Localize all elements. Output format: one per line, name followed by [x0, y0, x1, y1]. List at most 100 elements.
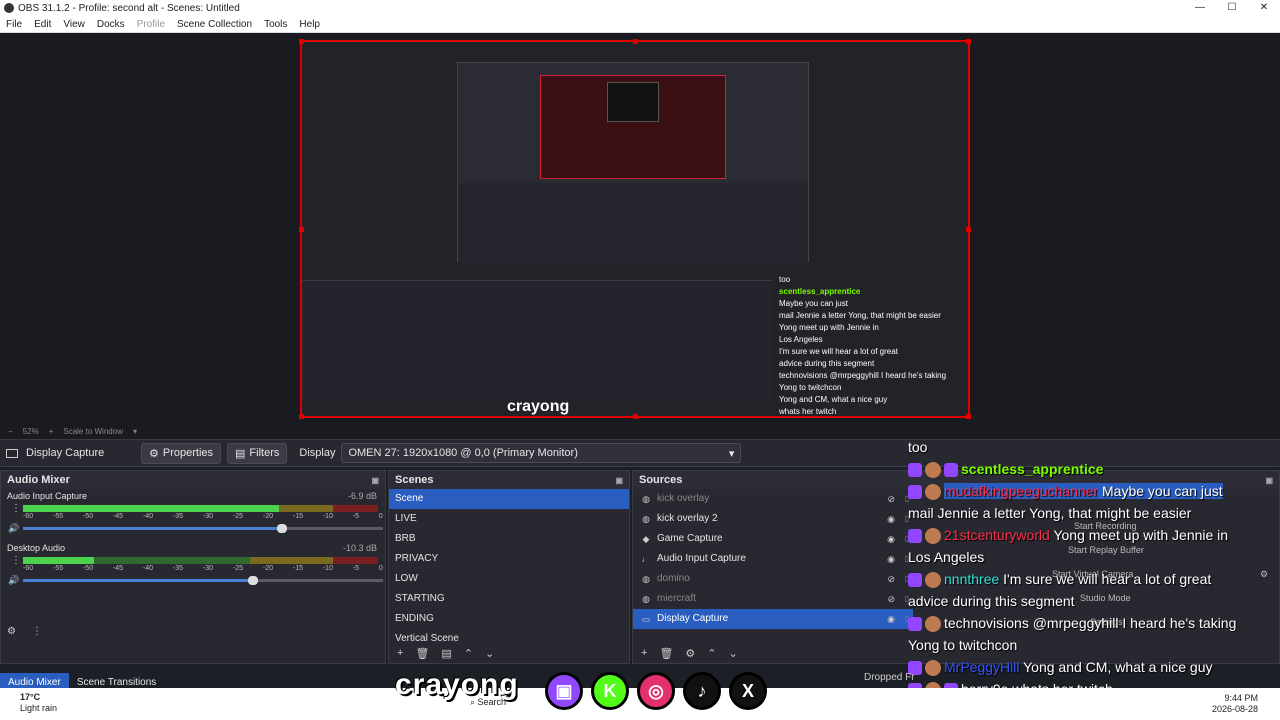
resize-handle[interactable]	[299, 39, 304, 44]
menu-tools[interactable]: Tools	[258, 19, 293, 30]
maximize-button[interactable]: ☐	[1216, 0, 1248, 16]
chevron-down-icon[interactable]: ▾	[133, 427, 137, 436]
more-icon[interactable]: ⋮	[11, 555, 21, 566]
scene-item[interactable]: LIVE	[389, 509, 629, 529]
zoom-out-button[interactable]: −	[8, 427, 13, 436]
preview-area[interactable]: too scentless_apprentice Maybe you can j…	[0, 33, 1280, 423]
add-icon[interactable]: +	[397, 647, 403, 659]
weather-widget[interactable]: 17°C Light rain	[20, 692, 57, 714]
source-item[interactable]: ◍ kick overlay ⊘ ▯	[633, 489, 913, 509]
twitch-badge-icon	[908, 573, 922, 588]
scene-item[interactable]: ENDING	[389, 609, 629, 629]
more-icon[interactable]: ⋮	[32, 626, 42, 637]
chat-message: nnnthree I'm sure we will hear a lot of …	[908, 568, 1280, 590]
resize-handle[interactable]	[966, 227, 971, 232]
eye-icon[interactable]: ◉	[887, 509, 895, 529]
monitor-icon: ▭	[641, 614, 651, 624]
speaker-icon[interactable]: 🔊	[8, 523, 19, 534]
chat-line: Los Angeles	[908, 549, 985, 565]
eye-hidden-icon[interactable]: ⊘	[887, 589, 895, 609]
avatar	[925, 572, 941, 589]
resize-handle[interactable]	[299, 414, 304, 419]
eye-hidden-icon[interactable]: ⊘	[887, 489, 895, 509]
properties-button[interactable]: ⚙ Properties	[141, 442, 222, 464]
more-icon[interactable]: ⋮	[11, 503, 21, 514]
eye-icon[interactable]: ◉	[887, 549, 895, 569]
nested-preview-inner	[540, 75, 726, 179]
mini-chat-line: Maybe you can just	[779, 299, 848, 308]
chat-message: technovisions @mrpeggyhill I heard he's …	[908, 612, 1280, 634]
source-item[interactable]: ◍ miercraft ⊘ ▯	[633, 589, 913, 609]
undock-icon[interactable]: ▣	[371, 476, 379, 485]
volume-slider[interactable]	[23, 524, 383, 533]
preview-canvas[interactable]: too scentless_apprentice Maybe you can j…	[299, 39, 971, 419]
source-item[interactable]: ◍ domino ⊘ ▯	[633, 569, 913, 589]
arrow-down-icon[interactable]: ⌄	[485, 647, 494, 660]
scene-item[interactable]: Scene	[389, 489, 629, 509]
gamepad-icon: ◆	[642, 534, 650, 544]
chat-username: scentless_apprentice	[961, 461, 1104, 477]
menu-file[interactable]: File	[0, 19, 28, 30]
chat-username: MrPeggyHill	[944, 659, 1020, 675]
eye-icon[interactable]: ◉	[887, 609, 895, 629]
volume-slider-knob[interactable]	[277, 524, 288, 533]
resize-handle[interactable]	[299, 227, 304, 232]
eye-hidden-icon[interactable]: ⊘	[887, 569, 895, 589]
source-item[interactable]: ◆ Game Capture ◉ ▯	[633, 529, 913, 549]
source-item[interactable]: ◍ kick overlay 2 ◉ ▯	[633, 509, 913, 529]
trash-icon[interactable]: 🗑	[415, 647, 429, 660]
scale-to-window[interactable]: Scale to Window	[63, 427, 123, 436]
menu-help[interactable]: Help	[293, 19, 326, 30]
volume-slider-knob[interactable]	[248, 576, 259, 585]
volume-slider[interactable]	[23, 576, 383, 585]
nested-preview-deep	[607, 82, 659, 122]
chat-message: MrPeggyHill Yong and CM, what a nice guy	[908, 656, 1280, 678]
display-select[interactable]: OMEN 27: 1920x1080 @ 0,0 (Primary Monito…	[341, 443, 742, 463]
scene-item[interactable]: PRIVACY	[389, 549, 629, 569]
minimize-button[interactable]: —	[1184, 0, 1216, 16]
resize-handle[interactable]	[966, 39, 971, 44]
obs-logo-icon	[4, 3, 14, 13]
gear-icon[interactable]: ⚙	[7, 626, 16, 637]
avatar	[925, 528, 941, 545]
undock-icon[interactable]: ▣	[615, 476, 623, 485]
menu-docks[interactable]: Docks	[91, 19, 131, 30]
arrow-up-icon[interactable]: ⌃	[707, 647, 716, 660]
trash-icon[interactable]: 🗑	[659, 647, 673, 660]
filters-button[interactable]: ▤ Filters	[227, 442, 288, 464]
menu-profile[interactable]: Profile	[131, 19, 171, 30]
clock-date: 2026-08-28	[1211, 704, 1258, 714]
resize-handle[interactable]	[633, 39, 638, 44]
mini-chat-line: Yong meet up with Jennie in	[779, 323, 879, 332]
clock[interactable]: 9:44 PM 2026-08-28	[1212, 693, 1258, 715]
mini-chat-line: scentless_apprentice	[779, 287, 861, 296]
arrow-down-icon[interactable]: ⌄	[729, 647, 738, 660]
scene-item[interactable]: LOW	[389, 569, 629, 589]
filter-icon[interactable]: ▤	[441, 647, 451, 660]
mixer-channel: Audio Input Capture -6.9 dB ⋮ -60 -55 -50-…	[1, 489, 385, 541]
dock-title: Scenes	[395, 474, 434, 486]
chat-text: I'm sure we will hear a lot of great	[999, 571, 1212, 587]
chat-text: Yong and CM, what a nice guy	[1019, 659, 1213, 675]
scene-item[interactable]: BRB	[389, 529, 629, 549]
mini-chat-line: too	[779, 275, 791, 284]
close-button[interactable]: ✕	[1248, 0, 1280, 16]
channel-name: Audio Input Capture	[7, 491, 88, 501]
menu-view[interactable]: View	[57, 19, 91, 30]
source-item[interactable]: ▭ Display Capture ◉ ▯	[633, 609, 913, 629]
mini-chat-line: technovisions @mrpeggyhill I heard he's …	[779, 371, 947, 380]
properties-label: Properties	[162, 447, 214, 459]
menu-scene-collection[interactable]: Scene Collection	[171, 19, 258, 30]
gear-icon[interactable]: ⚙	[685, 647, 695, 660]
speaker-icon[interactable]: 🔊	[8, 575, 19, 586]
source-item[interactable]: ♩ Audio Input Capture ◉ ▯	[633, 549, 913, 569]
arrow-up-icon[interactable]: ⌃	[464, 647, 473, 660]
scene-item[interactable]: STARTING	[389, 589, 629, 609]
chat-line: too	[908, 439, 928, 455]
resize-handle[interactable]	[633, 414, 638, 419]
chat-text: Maybe you can just	[1098, 483, 1223, 499]
add-icon[interactable]: +	[641, 647, 647, 659]
zoom-in-button[interactable]: +	[49, 427, 54, 436]
menu-edit[interactable]: Edit	[28, 19, 57, 30]
eye-icon[interactable]: ◉	[887, 529, 895, 549]
